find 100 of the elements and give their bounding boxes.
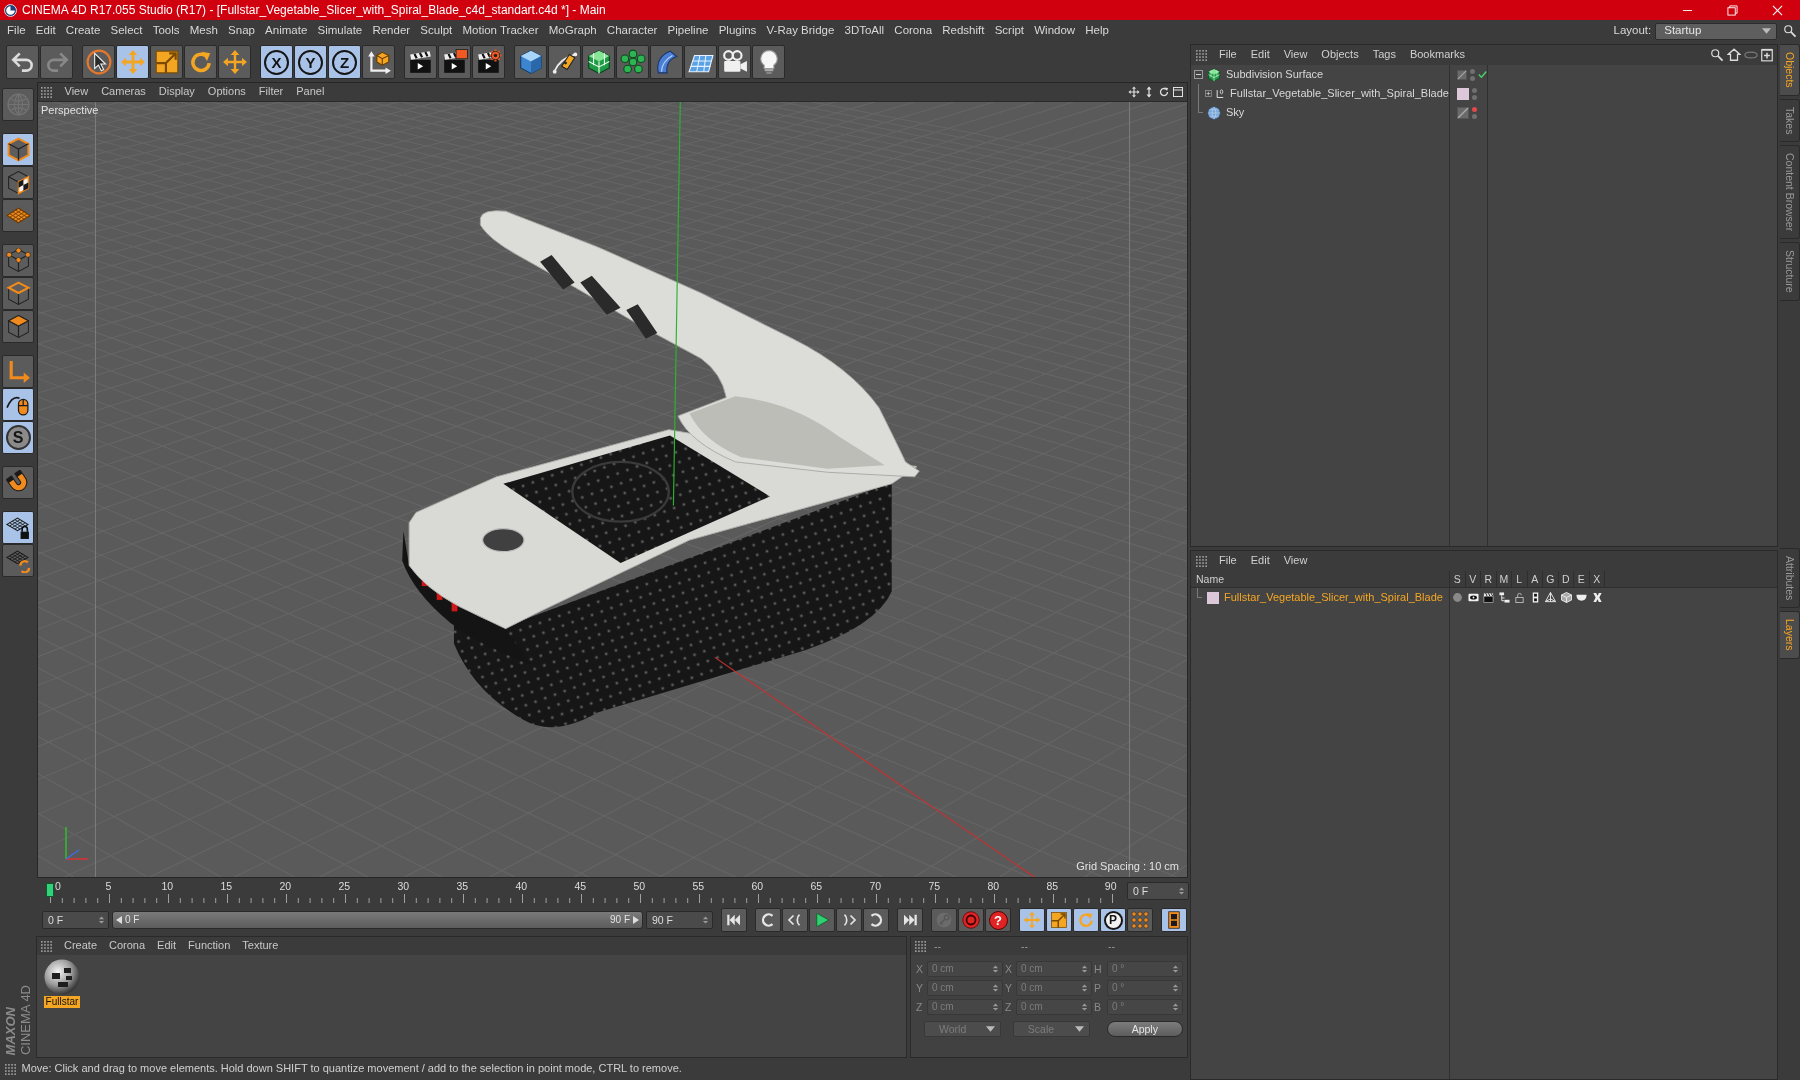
object-name[interactable]: Fullstar_Vegetable_Slicer_with_Spiral_Blade xyxy=(1230,86,1449,101)
previous-key-button[interactable] xyxy=(755,908,781,932)
menu-item[interactable]: Panel xyxy=(289,85,331,99)
key-scale-button[interactable] xyxy=(1046,908,1072,932)
go-to-start-button[interactable] xyxy=(721,908,747,932)
material-name[interactable]: Fullstar xyxy=(43,996,81,1008)
editor-visibility-dot-icon[interactable] xyxy=(1469,68,1475,74)
pan-arrows-icon[interactable] xyxy=(1128,86,1140,98)
solo-dot-icon[interactable] xyxy=(1452,592,1464,603)
collapse-toggle-icon[interactable] xyxy=(1194,70,1203,79)
menu-item[interactable]: Tags xyxy=(1365,48,1403,62)
material-sphere-icon[interactable] xyxy=(44,959,80,995)
pyramid-icon[interactable] xyxy=(1545,592,1557,603)
render-visibility-dot-icon[interactable] xyxy=(1469,75,1475,81)
pen-tool-button[interactable] xyxy=(548,45,581,79)
menu-item[interactable]: Edit xyxy=(1243,554,1277,568)
menu-item[interactable]: Motion Tracker xyxy=(457,24,544,38)
side-tab[interactable]: Layers xyxy=(1780,611,1800,659)
menu-item[interactable]: Simulate xyxy=(312,24,368,38)
menu-item[interactable]: Sculpt xyxy=(415,24,458,38)
cube-object-button[interactable] xyxy=(514,45,547,79)
key-position-button[interactable] xyxy=(1019,908,1045,932)
padlock-icon[interactable] xyxy=(1514,592,1526,603)
menu-item[interactable]: Edit xyxy=(30,24,61,38)
model-mode-button[interactable] xyxy=(2,133,34,166)
menu-item[interactable]: Script xyxy=(989,24,1030,38)
orbit-arrow-icon[interactable] xyxy=(1157,86,1170,98)
apply-button[interactable]: Apply xyxy=(1106,1021,1183,1037)
key-point-level-button[interactable] xyxy=(1127,908,1153,932)
menu-item[interactable]: Character xyxy=(601,24,663,38)
timeline-ruler[interactable]: 0 5 10 15 20 25 30 35 40 45 50 55 60 65 70 75 80 85 90 xyxy=(36,878,1123,904)
axis-lock-button[interactable]: Z xyxy=(328,45,361,79)
timeline-button[interactable] xyxy=(1161,908,1187,932)
play-button[interactable] xyxy=(809,908,835,932)
side-tab[interactable]: Structure xyxy=(1780,242,1800,301)
menu-item[interactable]: File xyxy=(1212,48,1244,62)
menu-item[interactable]: Options xyxy=(201,85,253,99)
menu-item[interactable]: V-Ray Bridge xyxy=(761,24,840,38)
search-icon[interactable] xyxy=(1783,24,1798,38)
planar-workplane-button[interactable] xyxy=(2,544,34,577)
render-visibility-dot-icon[interactable] xyxy=(1472,113,1477,119)
menu-item[interactable]: Tools xyxy=(147,24,185,38)
menu-item[interactable]: Objects xyxy=(1314,48,1366,62)
maximize-icon[interactable] xyxy=(1172,86,1185,98)
menu-item[interactable]: Display xyxy=(152,85,202,99)
menu-item[interactable]: File xyxy=(2,24,31,38)
menu-item[interactable]: File xyxy=(1212,554,1244,568)
house-icon[interactable] xyxy=(1726,48,1741,62)
polygons-mode-button[interactable] xyxy=(2,310,34,343)
key-parameter-button[interactable]: P xyxy=(1100,908,1126,932)
axis-lock-button[interactable]: X xyxy=(260,45,293,79)
shaded-cube-icon[interactable] xyxy=(1560,592,1572,603)
menu-item[interactable]: 3DToAll xyxy=(839,24,890,38)
menu-item[interactable]: Pipeline xyxy=(662,24,714,38)
menu-item[interactable]: Mesh xyxy=(184,24,223,38)
lock-workplane-button[interactable] xyxy=(2,511,34,544)
menu-item[interactable]: Create xyxy=(58,939,104,953)
menu-item[interactable]: Animate xyxy=(260,24,313,38)
snap-button[interactable]: S xyxy=(2,421,34,454)
subdivision-surface-button[interactable] xyxy=(582,45,615,79)
render-settings-button[interactable] xyxy=(472,45,505,79)
playhead-marker[interactable] xyxy=(46,883,54,897)
menu-item[interactable]: Render xyxy=(367,24,416,38)
menu-item[interactable]: Help xyxy=(1080,24,1115,38)
menu-item[interactable]: MoGraph xyxy=(543,24,602,38)
side-tab[interactable]: Attributes xyxy=(1780,548,1800,609)
menu-item[interactable]: Function xyxy=(182,939,237,953)
menu-item[interactable]: Corona xyxy=(103,939,152,953)
rotate-tool-button[interactable] xyxy=(184,45,217,79)
object-name[interactable]: Subdivision Surface xyxy=(1226,67,1324,82)
scale-tool-button[interactable] xyxy=(150,45,183,79)
previous-frame-button[interactable] xyxy=(782,908,808,932)
menu-item[interactable]: Corona xyxy=(889,24,938,38)
render-view-button[interactable] xyxy=(404,45,437,79)
deformer-button[interactable] xyxy=(650,45,683,79)
magnet-button[interactable] xyxy=(2,466,34,499)
menu-item[interactable]: Select xyxy=(105,24,148,38)
side-tab[interactable]: Content Browser xyxy=(1780,145,1800,240)
menu-item[interactable]: Redshift xyxy=(937,24,990,38)
menu-item[interactable]: Snap xyxy=(222,24,260,38)
render-visibility-dot-icon[interactable] xyxy=(1472,94,1477,100)
undo-button[interactable] xyxy=(6,45,39,79)
current-frame-field[interactable]: 0 F xyxy=(1127,882,1189,900)
preview-range-control[interactable]: 0 F 90 F xyxy=(112,911,643,929)
axis-mode-button[interactable] xyxy=(2,355,34,388)
menu-item[interactable]: View xyxy=(1276,554,1315,568)
menu-item[interactable]: View xyxy=(58,85,95,99)
clapperboard-icon[interactable] xyxy=(1483,592,1495,603)
menu-item[interactable]: Edit xyxy=(151,939,183,953)
end-frame-field[interactable]: 90 F xyxy=(646,911,713,929)
enabled-check-icon[interactable] xyxy=(1477,69,1487,80)
object-name[interactable]: Sky xyxy=(1226,105,1245,120)
hierarchy-icon[interactable] xyxy=(1498,592,1510,603)
menu-item[interactable]: View xyxy=(1276,48,1315,62)
coordinate-system-button[interactable] xyxy=(362,45,395,79)
go-to-end-button[interactable] xyxy=(897,908,923,932)
search-icon[interactable] xyxy=(1710,48,1724,62)
menu-item[interactable]: Plugins xyxy=(713,24,762,38)
side-tab[interactable]: Objects xyxy=(1780,44,1800,96)
side-tab[interactable]: Takes xyxy=(1780,98,1800,143)
